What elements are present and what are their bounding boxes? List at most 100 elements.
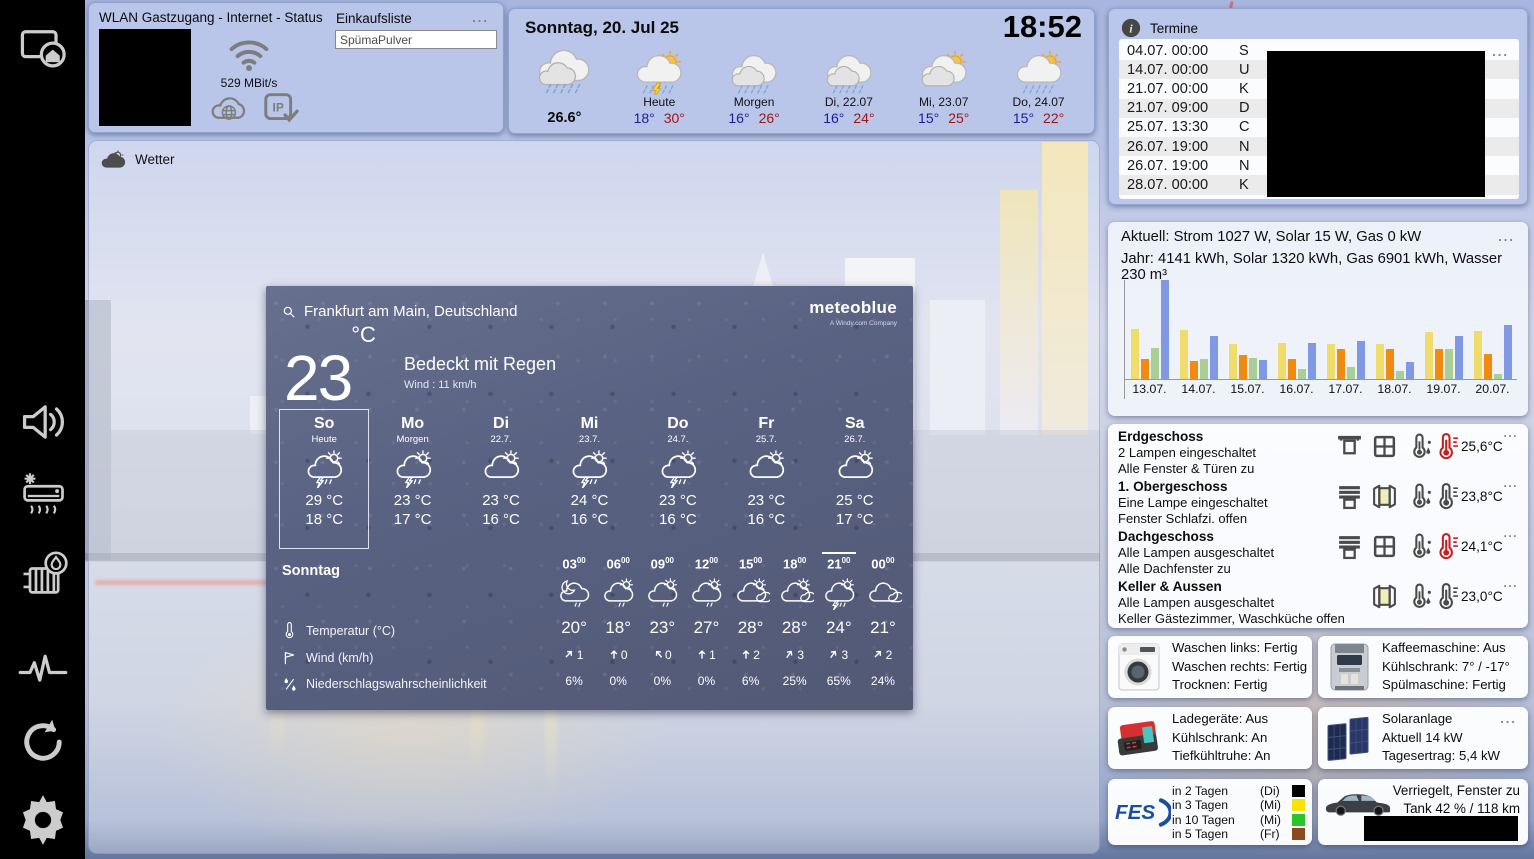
thermometer-icon[interactable] bbox=[1433, 483, 1460, 510]
charger-card[interactable]: Ladegeräte: Aus Kühlschrank: An Tiefkühl… bbox=[1108, 707, 1312, 769]
cloud-icon bbox=[99, 149, 126, 170]
tab-wetter-label: Wetter bbox=[135, 152, 175, 167]
window-icon[interactable] bbox=[1371, 583, 1398, 610]
menu-dots[interactable]: ... bbox=[1503, 427, 1518, 439]
waste-color-swatch bbox=[1292, 785, 1305, 798]
forecast-day: Do, 24.07 15° 22° bbox=[991, 39, 1086, 130]
outdoor-thermometer-icon[interactable] bbox=[1407, 533, 1434, 560]
tab-wetter[interactable]: Wetter bbox=[99, 149, 175, 170]
waste-color-swatch bbox=[1292, 799, 1305, 812]
chart-bar-yellow bbox=[1375, 344, 1384, 379]
day-column[interactable]: Di 22.7. 23 °C 16 °C bbox=[457, 410, 545, 548]
menu-dots[interactable]: ... bbox=[1503, 477, 1518, 489]
day-column[interactable]: Do 24.7. 23 °C 16 °C bbox=[634, 410, 722, 548]
sidebar-item-home-screen[interactable] bbox=[17, 22, 69, 74]
waste-day: (Mi) bbox=[1260, 798, 1281, 813]
appointment-datetime: 25.07. 13:30 bbox=[1127, 119, 1209, 136]
chart-bar-yellow bbox=[1277, 343, 1286, 379]
day-column[interactable]: So Heute 29 °C 18 °C bbox=[278, 409, 370, 549]
hour-temp: 18° bbox=[605, 618, 632, 637]
weather-icon bbox=[861, 578, 905, 618]
window-icon[interactable] bbox=[1371, 483, 1398, 510]
outdoor-thermometer-icon[interactable] bbox=[1407, 433, 1434, 460]
outdoor-thermometer-icon[interactable] bbox=[1407, 583, 1434, 610]
sidebar-item-reload[interactable] bbox=[17, 716, 69, 768]
chart-bar-orange bbox=[1434, 349, 1443, 379]
search-icon[interactable] bbox=[282, 305, 296, 319]
sidebar-item-heating[interactable] bbox=[17, 549, 69, 601]
day-column[interactable]: Sa 26.7. 25 °C 17 °C bbox=[811, 410, 899, 548]
waste-day: (Mi) bbox=[1260, 812, 1281, 827]
redaction-overlay bbox=[1364, 816, 1518, 841]
day-column[interactable]: Fr 25.7. 23 °C 16 °C bbox=[722, 410, 810, 548]
waste-collection-card[interactable]: FES in 2 Tagen (Di) in 3 Tagen (Mi) in 1… bbox=[1108, 779, 1312, 845]
thermometer-icon[interactable] bbox=[1433, 533, 1460, 560]
menu-dots[interactable]: ... bbox=[1503, 527, 1518, 539]
washing-card[interactable]: Waschen links: Fertig Waschen rechts: Fe… bbox=[1108, 636, 1312, 698]
thermometer-icon bbox=[282, 622, 297, 640]
menu-dots[interactable]: ... bbox=[1492, 45, 1509, 58]
forecast-day-label: Do, 24.07 bbox=[1012, 95, 1065, 109]
forecast-day-label: Mi, 23.07 bbox=[919, 95, 969, 109]
sidebar-item-settings[interactable] bbox=[17, 794, 69, 846]
shutter-icon[interactable] bbox=[1336, 483, 1363, 510]
chart-x-label: 15.07. bbox=[1230, 382, 1265, 396]
day-name: Mi bbox=[580, 415, 599, 432]
forecast-temps: 16° 26° bbox=[728, 110, 780, 126]
solar-card[interactable]: Solaranlage Aktuell 14 kW Tagesertrag: 5… bbox=[1318, 707, 1528, 769]
day-column[interactable]: Mi 23.7. 24 °C 16 °C bbox=[545, 410, 633, 548]
redaction-overlay bbox=[1267, 51, 1485, 197]
menu-dots[interactable]: ... bbox=[1500, 712, 1517, 725]
wifi-icon bbox=[227, 36, 271, 73]
hour-precipitation: 0% bbox=[609, 674, 627, 688]
chart-bar-green bbox=[1346, 367, 1355, 379]
info-icon: i bbox=[1121, 18, 1141, 38]
car-status-card[interactable]: Verriegelt, Fenster zu Tank 42 % / 118 k… bbox=[1318, 779, 1528, 845]
weather-icon bbox=[552, 578, 596, 618]
location-label[interactable]: Frankfurt am Main, Deutschland bbox=[304, 303, 517, 320]
chart-x-label: 16.07. bbox=[1279, 382, 1314, 396]
menu-dots[interactable]: ... bbox=[1498, 230, 1515, 243]
sidebar-item-climate[interactable] bbox=[17, 470, 69, 522]
hour-column: 1800 28° 3 25% bbox=[773, 552, 817, 698]
chart-group: 20.07. bbox=[1468, 280, 1517, 399]
hour-wind: 1 bbox=[552, 648, 596, 674]
outdoor-thermometer-icon[interactable] bbox=[1407, 483, 1434, 510]
solar-panel-image bbox=[1323, 712, 1375, 764]
chart-bar-blue bbox=[1454, 336, 1463, 379]
hour-time: 2100 bbox=[817, 552, 861, 578]
chart-bar-yellow bbox=[1228, 344, 1237, 379]
shopping-list-title: Einkaufsliste bbox=[336, 11, 412, 26]
menu-dots[interactable]: ... bbox=[472, 11, 489, 24]
status-line: Trocknen: Fertig bbox=[1172, 677, 1268, 692]
sidebar-icon bbox=[17, 551, 69, 605]
shutter-icon[interactable] bbox=[1336, 583, 1363, 610]
day-column[interactable]: Mo Morgen 23 °C 17 °C bbox=[368, 410, 456, 548]
shutter-icon[interactable] bbox=[1336, 433, 1363, 460]
day-name: Mo bbox=[401, 415, 425, 432]
chart-group: 18.07. bbox=[1370, 280, 1419, 399]
waste-day: (Fr) bbox=[1260, 827, 1280, 842]
sidebar-item-audio[interactable] bbox=[17, 396, 69, 448]
chart-bar-orange bbox=[1483, 354, 1492, 379]
waste-color-swatch bbox=[1292, 813, 1305, 826]
status-line: Ladegeräte: Aus bbox=[1172, 711, 1269, 726]
day-min-temp: 18 °C bbox=[305, 511, 344, 528]
weather-icon bbox=[1009, 49, 1069, 95]
thermometer-icon[interactable] bbox=[1433, 433, 1460, 460]
menu-dots[interactable]: ... bbox=[1503, 577, 1518, 589]
shutter-icon[interactable] bbox=[1336, 533, 1363, 560]
floor-status-line: Alle Fenster & Türen zu bbox=[1118, 460, 1255, 476]
day-min-temp: 16 °C bbox=[659, 511, 697, 528]
window-icon[interactable] bbox=[1371, 433, 1398, 460]
window-icon[interactable] bbox=[1371, 533, 1398, 560]
forecast-temps: 15° 25° bbox=[918, 110, 970, 126]
day-min-temp: 16 °C bbox=[747, 511, 786, 528]
shopping-list-item-input[interactable] bbox=[335, 30, 497, 49]
sidebar-item-status[interactable] bbox=[17, 640, 69, 692]
kitchen-card[interactable]: Kaffeemaschine: Aus Kühlschrank: 7° / -1… bbox=[1318, 636, 1528, 698]
car-image bbox=[1321, 788, 1395, 817]
chart-group: 13.07. bbox=[1125, 280, 1174, 399]
chart-bar-green bbox=[1395, 371, 1404, 379]
thermometer-icon[interactable] bbox=[1433, 583, 1460, 610]
